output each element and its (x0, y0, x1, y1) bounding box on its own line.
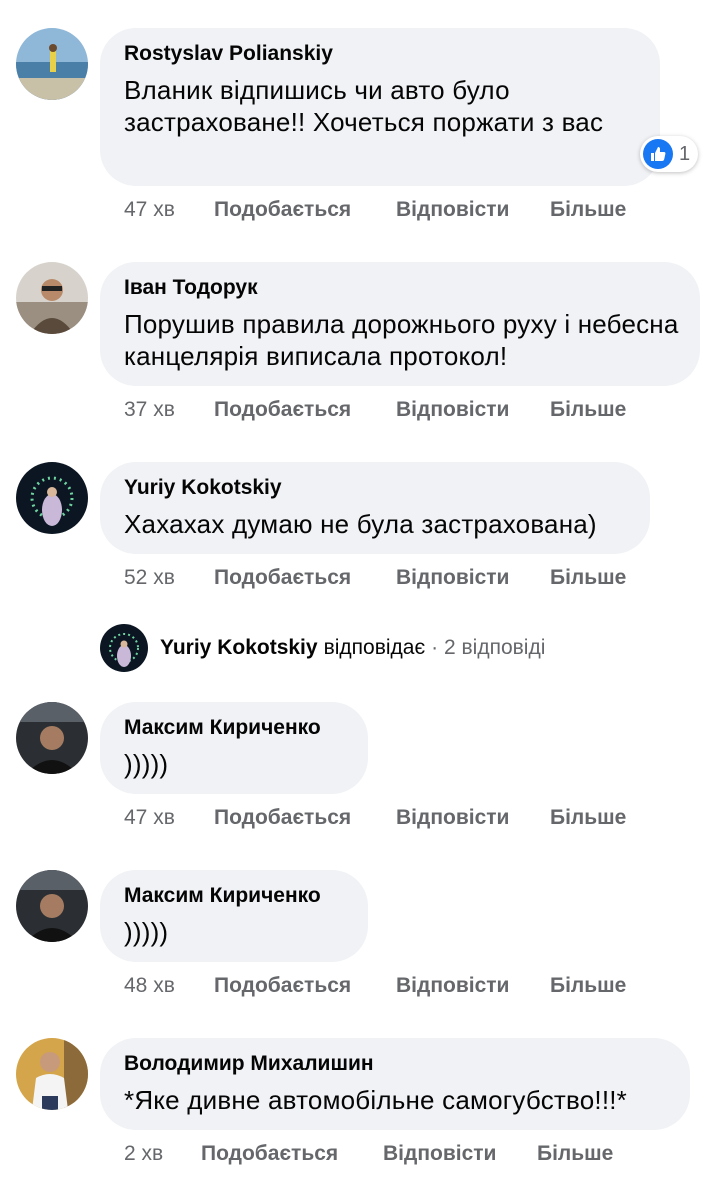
comment-text: ))))) (124, 749, 169, 779)
more-button[interactable]: Більше (550, 806, 626, 830)
reaction-count: 1 (679, 142, 691, 165)
comment-actions: 48 хв Подобається Відповісти Більше (124, 974, 626, 998)
comment-bubble: Максим Кириченко ))))) (100, 702, 368, 794)
comment-actions: 47 хв Подобається Відповісти Більше (124, 198, 626, 222)
reply-verb: відповідає (323, 636, 426, 659)
comment-text: ))))) (124, 917, 169, 947)
more-button[interactable]: Більше (537, 1142, 613, 1166)
reply-button[interactable]: Відповісти (396, 198, 550, 222)
like-icon (643, 139, 673, 169)
avatar[interactable] (16, 870, 88, 942)
avatar[interactable] (16, 28, 88, 100)
comment-time[interactable]: 37 хв (124, 398, 214, 422)
comment-author[interactable]: Іван Тодорук (124, 274, 676, 302)
comment-text: *Яке дивне автомобільне самогубство!!!* (124, 1085, 627, 1115)
like-button[interactable]: Подобається (214, 806, 396, 830)
like-button[interactable]: Подобається (214, 398, 396, 422)
avatar[interactable] (16, 702, 88, 774)
comment-time[interactable]: 47 хв (124, 806, 214, 830)
like-button[interactable]: Подобається (201, 1142, 383, 1166)
reply-button[interactable]: Відповісти (396, 974, 550, 998)
comment-actions: 52 хв Подобається Відповісти Більше (124, 566, 626, 590)
avatar (100, 624, 148, 672)
avatar[interactable] (16, 462, 88, 534)
comment-author[interactable]: Yuriy Kokotskiy (124, 474, 626, 502)
comment-time[interactable]: 47 хв (124, 198, 214, 222)
comment-bubble: Yuriy Kokotskiy Хахахах думаю не була за… (100, 462, 650, 554)
comment-actions: 47 хв Подобається Відповісти Більше (124, 806, 626, 830)
comment-bubble: Володимир Михалишин *Яке дивне автомобіл… (100, 1038, 690, 1130)
more-button[interactable]: Більше (550, 198, 626, 222)
reply-button[interactable]: Відповісти (396, 806, 550, 830)
comment-time[interactable]: 48 хв (124, 974, 214, 998)
comment-text: Порушив правила дорожнього руху і небесн… (124, 309, 679, 371)
comment-actions: 37 хв Подобається Відповісти Більше (124, 398, 626, 422)
reply-author[interactable]: Yuriy Kokotskiy (160, 636, 318, 660)
comment-bubble: Rostyslav Polianskiy Вланик відпишись чи… (100, 28, 660, 186)
like-button[interactable]: Подобається (214, 198, 396, 222)
comment-author[interactable]: Максим Кириченко (124, 882, 344, 910)
like-button[interactable]: Подобається (214, 566, 396, 590)
comment-bubble: Іван Тодорук Порушив правила дорожнього … (100, 262, 700, 386)
reaction-badge[interactable]: 1 (640, 136, 699, 172)
comment-author[interactable]: Максим Кириченко (124, 714, 344, 742)
more-button[interactable]: Більше (550, 974, 626, 998)
more-button[interactable]: Більше (550, 398, 626, 422)
comment-time[interactable]: 52 хв (124, 566, 214, 590)
reply-button[interactable]: Відповісти (396, 398, 550, 422)
like-button[interactable]: Подобається (214, 974, 396, 998)
comment-author[interactable]: Rostyslav Polianskiy (124, 40, 636, 68)
comment-text: Вланик відпишись чи авто було застрахова… (124, 75, 604, 137)
reply-button[interactable]: Відповісти (396, 566, 550, 590)
avatar[interactable] (16, 262, 88, 334)
reply-count[interactable]: · 2 відповіді (431, 636, 545, 660)
comment-author[interactable]: Володимир Михалишин (124, 1050, 666, 1078)
more-button[interactable]: Більше (550, 566, 626, 590)
comment-actions: 2 хв Подобається Відповісти Більше (124, 1142, 613, 1166)
reply-button[interactable]: Відповісти (383, 1142, 537, 1166)
comment-time[interactable]: 2 хв (124, 1142, 201, 1166)
avatar[interactable] (16, 1038, 88, 1110)
view-replies-link[interactable]: Yuriy Kokotskiy відповідає · 2 відповіді (100, 624, 545, 672)
comment-text: Хахахах думаю не була застрахована) (124, 509, 597, 539)
comment-bubble: Максим Кириченко ))))) (100, 870, 368, 962)
